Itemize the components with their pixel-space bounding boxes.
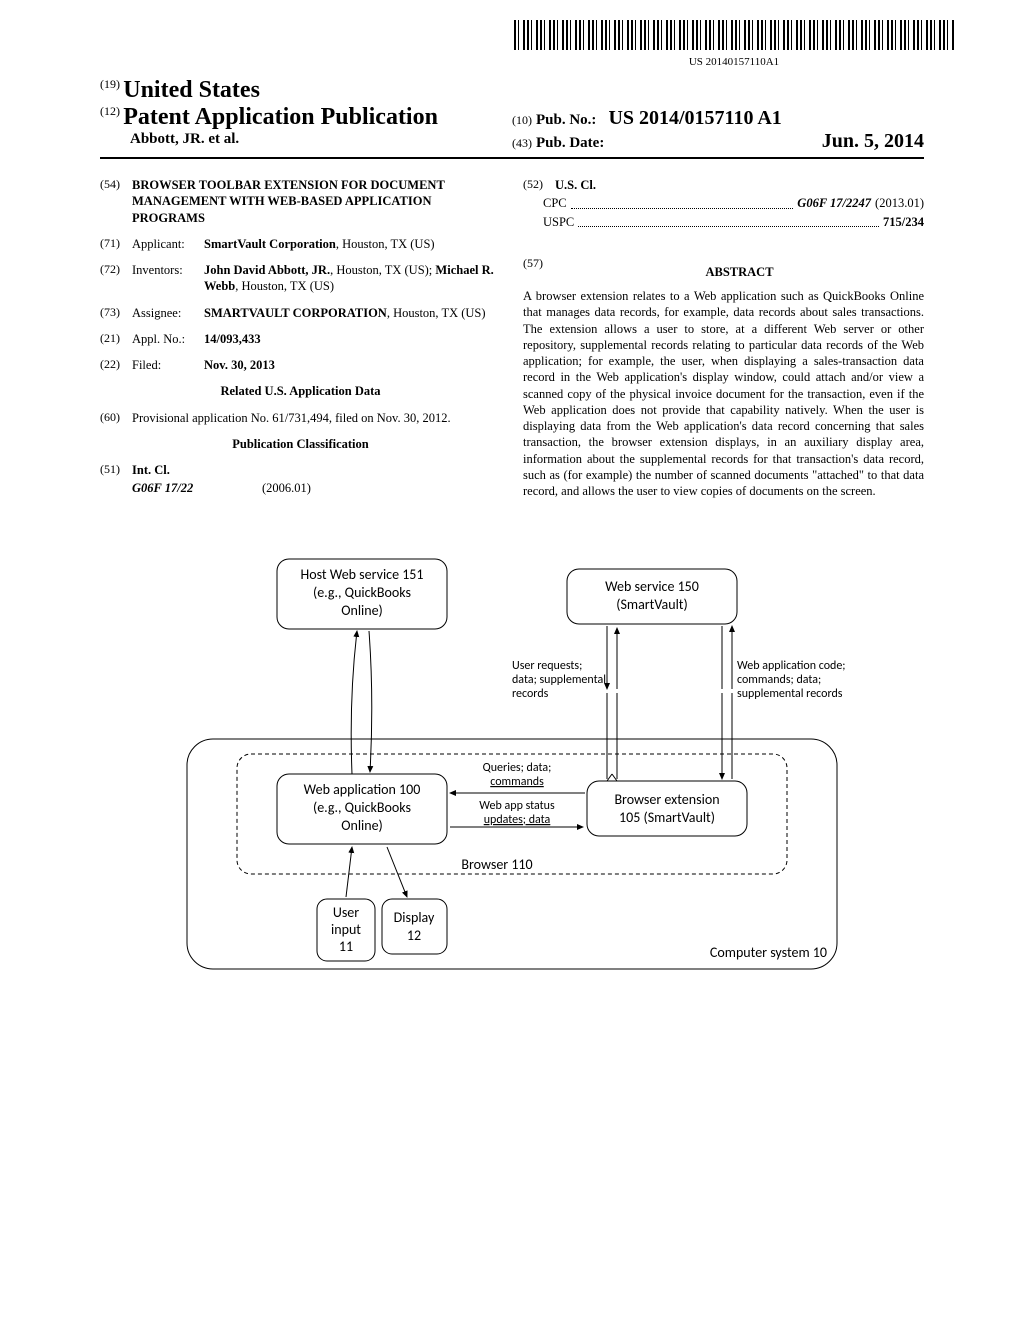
applicant-label: Applicant: — [132, 236, 204, 252]
svg-text:105 (SmartVault): 105 (SmartVault) — [619, 809, 715, 826]
inventors-label: Inventors: — [132, 262, 204, 295]
country: United States — [123, 77, 260, 103]
left-column: (54) BROWSER TOOLBAR EXTENSION FOR DOCUM… — [100, 177, 501, 499]
code-51: (51) — [100, 462, 132, 478]
assignee: SMARTVAULT CORPORATION, Houston, TX (US) — [204, 305, 501, 321]
fig-browser-label: Browser 110 — [461, 856, 532, 873]
related-heading: Related U.S. Application Data — [100, 383, 501, 399]
svg-text:11: 11 — [339, 938, 353, 955]
code-57: (57) — [523, 256, 555, 288]
inventors: John David Abbott, JR., Houston, TX (US)… — [204, 262, 501, 295]
code-12: (12) — [100, 104, 120, 118]
uscl-label: U.S. Cl. — [555, 177, 924, 193]
dot-fill — [578, 226, 879, 227]
pubno: US 2014/0157110 A1 — [608, 107, 781, 130]
svg-text:commands: commands — [490, 775, 544, 789]
abstract-heading: ABSTRACT — [555, 264, 924, 280]
svg-text:Web application code;: Web application code; — [737, 659, 846, 673]
svg-text:Online): Online) — [341, 817, 383, 834]
intcl-val: G06F 17/22 — [132, 480, 262, 496]
svg-text:Browser extension: Browser extension — [614, 791, 719, 808]
svg-text:Web service 150: Web service 150 — [605, 578, 699, 595]
svg-text:Online): Online) — [341, 602, 383, 619]
pubdate: Jun. 5, 2014 — [822, 130, 924, 153]
svg-text:Web app status: Web app status — [479, 799, 555, 813]
code-54: (54) — [100, 177, 132, 226]
authors: Abbott, JR. et al. — [100, 131, 512, 148]
svg-text:supplemental records: supplemental records — [737, 687, 843, 701]
code-21: (21) — [100, 331, 132, 347]
code-10: (10) — [512, 113, 532, 128]
right-column: (52) U.S. Cl. CPC G06F 17/2247 (2013.01)… — [523, 177, 924, 499]
invention-title: BROWSER TOOLBAR EXTENSION FOR DOCUMENT M… — [132, 177, 501, 226]
svg-text:(e.g., QuickBooks: (e.g., QuickBooks — [313, 584, 411, 601]
svg-text:Display: Display — [394, 909, 435, 926]
svg-text:(e.g., QuickBooks: (e.g., QuickBooks — [313, 799, 411, 816]
figure: Computer system 10 Browser 110 Host Web … — [100, 549, 924, 979]
svg-text:(SmartVault): (SmartVault) — [616, 596, 688, 613]
svg-text:Web application 100: Web application 100 — [304, 781, 421, 798]
svg-text:User requests;: User requests; — [512, 659, 582, 673]
cpc-val: G06F 17/2247 — [797, 195, 871, 211]
header-block: (19) United States (12) Patent Applicati… — [100, 77, 924, 159]
svg-text:data; supplemental: data; supplemental — [512, 673, 606, 687]
barcode-text: US 20140157110A1 — [514, 56, 954, 68]
body-columns: (54) BROWSER TOOLBAR EXTENSION FOR DOCUM… — [100, 177, 924, 499]
filed-label: Filed: — [132, 357, 204, 373]
svg-text:12: 12 — [407, 927, 421, 944]
svg-text:User: User — [333, 904, 359, 921]
code-73: (73) — [100, 305, 132, 321]
cpc-label: CPC — [543, 195, 567, 211]
svg-text:input: input — [331, 921, 361, 938]
code-52: (52) — [523, 177, 555, 193]
assignee-label: Assignee: — [132, 305, 204, 321]
cpc-year: (2013.01) — [875, 195, 924, 211]
svg-text:Queries; data;: Queries; data; — [483, 761, 552, 775]
svg-text:records: records — [512, 687, 549, 701]
provisional-text: Provisional application No. 61/731,494, … — [132, 410, 501, 426]
class-heading: Publication Classification — [100, 436, 501, 452]
pubno-label: Pub. No.: — [536, 112, 596, 129]
code-22: (22) — [100, 357, 132, 373]
dot-fill — [571, 208, 794, 209]
svg-text:updates; data: updates; data — [484, 813, 551, 827]
fig-system-label: Computer system 10 — [710, 944, 827, 961]
uspc-label: USPC — [543, 214, 574, 230]
applno-label: Appl. No.: — [132, 331, 204, 347]
applno: 14/093,433 — [204, 331, 501, 347]
code-71: (71) — [100, 236, 132, 252]
code-19: (19) — [100, 77, 120, 91]
abstract-body: A browser extension relates to a Web app… — [523, 288, 924, 499]
code-60: (60) — [100, 410, 132, 426]
filed: Nov. 30, 2013 — [204, 357, 501, 373]
barcode-icon — [514, 20, 954, 50]
barcode-block: US 20140157110A1 — [100, 20, 954, 69]
uspc-val: 715/234 — [883, 214, 924, 230]
pub-type: Patent Application Publication — [123, 104, 438, 130]
code-72: (72) — [100, 262, 132, 295]
svg-text:Host Web service 151: Host Web service 151 — [300, 566, 423, 583]
pubdate-label: Pub. Date: — [536, 135, 604, 152]
applicant: SmartVault Corporation, Houston, TX (US) — [204, 236, 501, 252]
code-43: (43) — [512, 136, 532, 151]
intcl-year: (2006.01) — [262, 480, 311, 496]
intcl-label: Int. Cl. — [132, 462, 501, 478]
svg-text:commands; data;: commands; data; — [737, 673, 821, 687]
